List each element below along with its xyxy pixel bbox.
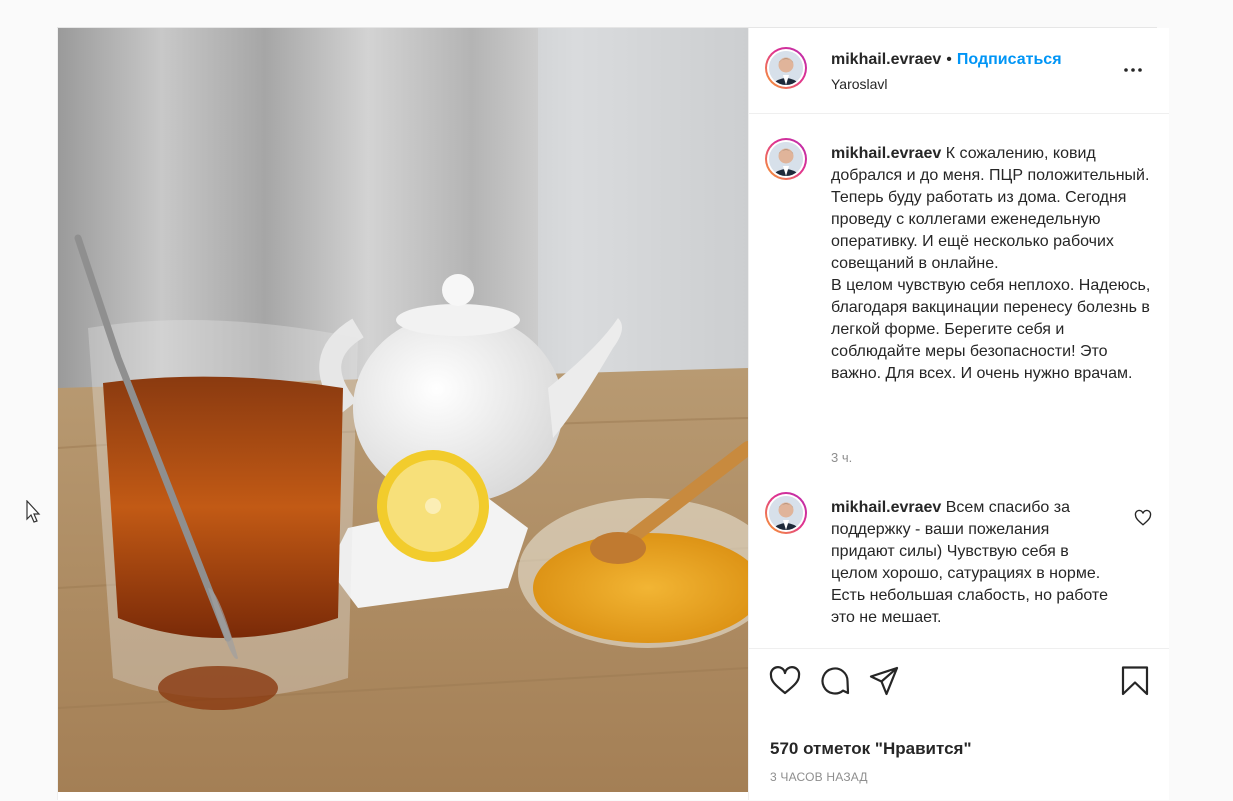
comment-like-heart-icon[interactable] xyxy=(1134,509,1152,527)
post-header: mikhail.evraev • Подписаться Yaroslavl xyxy=(749,28,1169,114)
comment-text: К сожалению, ковид добрался и до меня. П… xyxy=(831,145,1151,382)
avatar-photo-icon xyxy=(769,496,803,530)
heart-icon[interactable] xyxy=(769,665,801,697)
comment-body: mikhail.evraev К сожалению, ковид добрал… xyxy=(831,143,1153,385)
comment-author[interactable]: mikhail.evraev xyxy=(831,145,941,162)
caption-time[interactable]: 3 ч. xyxy=(831,450,852,465)
follow-button[interactable]: Подписаться xyxy=(957,51,1062,68)
tea-photo-illustration xyxy=(58,28,748,792)
post-timestamp[interactable]: 3 ЧАСОВ НАЗАД xyxy=(770,770,868,784)
comment-icon[interactable] xyxy=(819,665,851,697)
post-location[interactable]: Yaroslavl xyxy=(831,76,888,92)
comment-author[interactable]: mikhail.evraev xyxy=(831,499,941,516)
share-icon[interactable] xyxy=(868,665,900,697)
comments-list[interactable]: mikhail.evraev К сожалению, ковид добрал… xyxy=(749,114,1169,648)
bookmark-icon[interactable] xyxy=(1119,665,1151,697)
likes-count[interactable]: 570 отметок "Нравится" xyxy=(770,739,972,759)
post-sidebar: mikhail.evraev • Подписаться Yaroslavl m… xyxy=(748,28,1169,800)
cursor-icon xyxy=(26,500,41,523)
avatar-photo-icon xyxy=(769,51,803,85)
post-actions: 570 отметок "Нравится" 3 ЧАСОВ НАЗАД xyxy=(749,648,1169,801)
avatar[interactable] xyxy=(765,492,807,534)
avatar[interactable] xyxy=(765,47,807,89)
author-line: mikhail.evraev • Подписаться xyxy=(831,51,1062,69)
avatar[interactable] xyxy=(765,138,807,180)
comment-text: Всем спасибо за поддержку - ваши пожелан… xyxy=(831,499,1108,626)
author-username[interactable]: mikhail.evraev xyxy=(831,51,941,68)
avatar-photo-icon xyxy=(769,142,803,176)
separator-dot: • xyxy=(946,51,952,68)
more-icon[interactable] xyxy=(1121,58,1145,82)
comment-body: mikhail.evraev Всем спасибо за поддержку… xyxy=(831,497,1111,629)
post-photo xyxy=(58,28,748,792)
post-dialog: mikhail.evraev • Подписаться Yaroslavl m… xyxy=(57,28,1169,800)
